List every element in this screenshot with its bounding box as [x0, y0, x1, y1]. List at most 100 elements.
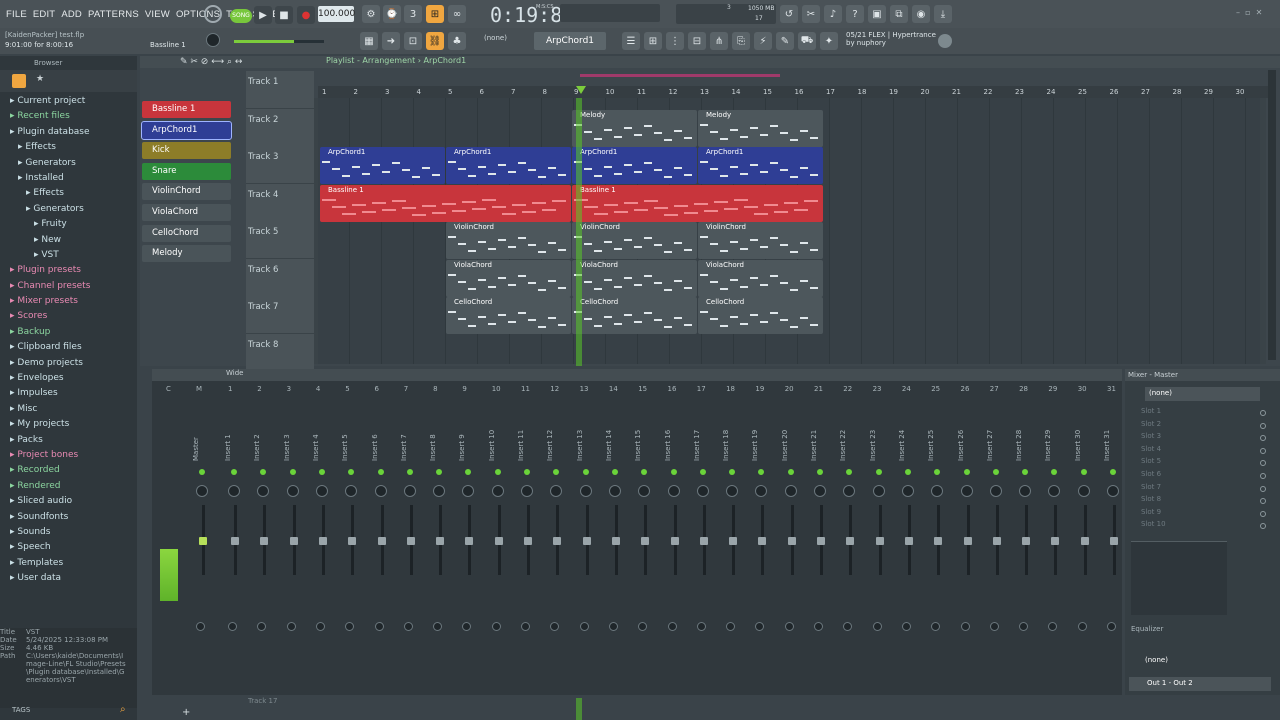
strip-enable-led[interactable] [611, 469, 618, 475]
fx-slot[interactable]: Slot 5 [1131, 457, 1280, 470]
browser-item[interactable]: ▸ Misc [10, 402, 137, 417]
save-icon[interactable]: ▣ [868, 5, 886, 23]
browser-item[interactable]: ▸ Plugin database [10, 125, 137, 140]
track-label[interactable]: Track 5 [246, 221, 314, 258]
insert-strip[interactable]: Insert 24 [896, 397, 924, 687]
fader-cap[interactable] [992, 537, 1001, 545]
fader-cap[interactable] [377, 537, 386, 545]
strip-enable-led[interactable] [436, 469, 443, 475]
browser-icon[interactable]: ⊟ [688, 32, 706, 50]
insert-strip[interactable]: Insert 18 [720, 397, 748, 687]
pattern-selector[interactable]: (none) [484, 34, 507, 42]
insert-strip[interactable]: Insert 8 [427, 397, 455, 687]
insert-strip[interactable]: Insert 21 [808, 397, 836, 687]
browser-item[interactable]: ▸ Soundfonts [10, 510, 137, 525]
slot-enable-led[interactable] [1260, 435, 1266, 442]
fader-cap[interactable] [817, 537, 825, 545]
playlist-clip[interactable]: ViolinChord [446, 222, 571, 259]
fader-cap[interactable] [1051, 537, 1060, 545]
send-knob[interactable] [814, 622, 823, 631]
slot-enable-led[interactable] [1260, 447, 1266, 454]
scissors-icon[interactable]: ✂ [802, 5, 820, 23]
wait-input-icon[interactable]: ⌚ [383, 5, 401, 23]
browser-item[interactable]: ▸ Installed [10, 171, 137, 186]
send-knob[interactable] [550, 622, 560, 631]
playlist-icon[interactable]: ☰ [622, 32, 640, 50]
fader-cap[interactable] [641, 537, 650, 545]
piano-roll-icon[interactable]: ▦ [360, 32, 378, 50]
browser-item[interactable]: ▸ Recent files [10, 109, 137, 124]
pan-knob[interactable] [550, 485, 563, 497]
playlist-scrollbar[interactable] [1268, 70, 1276, 360]
pan-knob[interactable] [755, 485, 768, 497]
pan-knob[interactable] [638, 485, 651, 497]
insert-strip[interactable]: Insert 22 [837, 397, 865, 687]
fader-cap[interactable] [231, 537, 239, 545]
pan-knob[interactable] [931, 485, 944, 497]
send-knob[interactable] [345, 622, 355, 631]
channel-7[interactable]: Melody [142, 245, 231, 263]
fx-preset-selector[interactable]: (none) [1145, 387, 1260, 401]
browser-item[interactable]: ▸ Effects [10, 140, 137, 155]
fx-slot[interactable]: Slot 6 [1131, 470, 1280, 483]
send-knob[interactable] [755, 622, 765, 631]
pan-knob[interactable] [462, 485, 475, 497]
fader-cap[interactable] [465, 537, 474, 545]
fader-cap[interactable] [524, 537, 532, 545]
pan-knob[interactable] [1077, 485, 1090, 497]
send-knob[interactable] [931, 622, 941, 631]
playlist-clip[interactable]: Melody [572, 109, 697, 147]
pan-knob[interactable] [1048, 485, 1061, 497]
pan-knob[interactable] [784, 485, 797, 497]
strip-enable-led[interactable] [963, 469, 970, 475]
song-mode-button[interactable]: SONG [230, 9, 252, 23]
fader-cap[interactable] [846, 537, 855, 545]
insert-strip[interactable]: Insert 30 [1072, 397, 1100, 687]
pan-knob[interactable] [667, 485, 680, 497]
fader-cap[interactable] [289, 537, 298, 545]
metronome-icon[interactable]: ⚙ [362, 5, 380, 23]
playlist-clip[interactable]: CelloChord [572, 297, 697, 334]
send-knob[interactable] [1048, 622, 1058, 631]
pan-knob[interactable] [1019, 485, 1032, 497]
play-button[interactable]: ▶ [254, 6, 272, 24]
track-label[interactable]: Track 3 [246, 146, 314, 183]
strip-enable-led[interactable] [875, 469, 882, 475]
playlist-clip[interactable]: ArpChord1 [572, 147, 697, 184]
insert-strip[interactable]: Insert 17 [691, 397, 719, 687]
fader-cap[interactable] [582, 537, 591, 545]
playlist-clip[interactable]: ViolaChord [446, 259, 571, 297]
slot-enable-led[interactable] [1260, 410, 1266, 416]
pan-knob[interactable] [608, 485, 621, 497]
stamp-icon[interactable]: ♣ [448, 32, 466, 50]
fader-cap[interactable] [729, 537, 738, 545]
fader-cap[interactable] [199, 537, 207, 545]
browser-item[interactable]: ▸ Plugin presets [10, 263, 137, 278]
strip-enable-led[interactable] [465, 469, 472, 475]
mic-icon[interactable]: ♪ [824, 5, 842, 23]
strip-enable-led[interactable] [1022, 469, 1029, 475]
playlist-clip[interactable]: Bassline 1 [572, 184, 823, 222]
send-knob[interactable] [403, 622, 413, 631]
master-pitch-knob[interactable] [206, 33, 220, 47]
pan-knob[interactable] [989, 485, 1002, 497]
send-knob[interactable] [257, 622, 267, 631]
insert-strip[interactable]: Insert 25 [925, 397, 953, 687]
playlist-clip[interactable]: CelloChord [446, 297, 571, 334]
search-icon[interactable]: ⌕ [120, 704, 126, 715]
send-knob[interactable] [462, 622, 472, 631]
channel-rack-icon[interactable]: ⊞ [644, 32, 662, 50]
insert-strip[interactable]: Insert 6 [369, 397, 397, 687]
pan-knob[interactable] [579, 485, 592, 497]
playlist-clip[interactable]: CelloChord [698, 297, 823, 334]
insert-strip[interactable]: Insert 26 [955, 397, 983, 687]
send-knob[interactable] [872, 622, 882, 631]
insert-strip[interactable]: Insert 27 [984, 397, 1012, 687]
pan-knob[interactable] [433, 485, 446, 497]
loop-region[interactable] [580, 74, 780, 77]
insert-strip[interactable]: Insert 3 [281, 397, 309, 687]
pan-knob[interactable] [491, 485, 504, 497]
fader-cap[interactable] [1022, 537, 1031, 545]
browser-item[interactable]: ▸ New [10, 233, 137, 248]
pan-knob[interactable] [228, 485, 240, 497]
